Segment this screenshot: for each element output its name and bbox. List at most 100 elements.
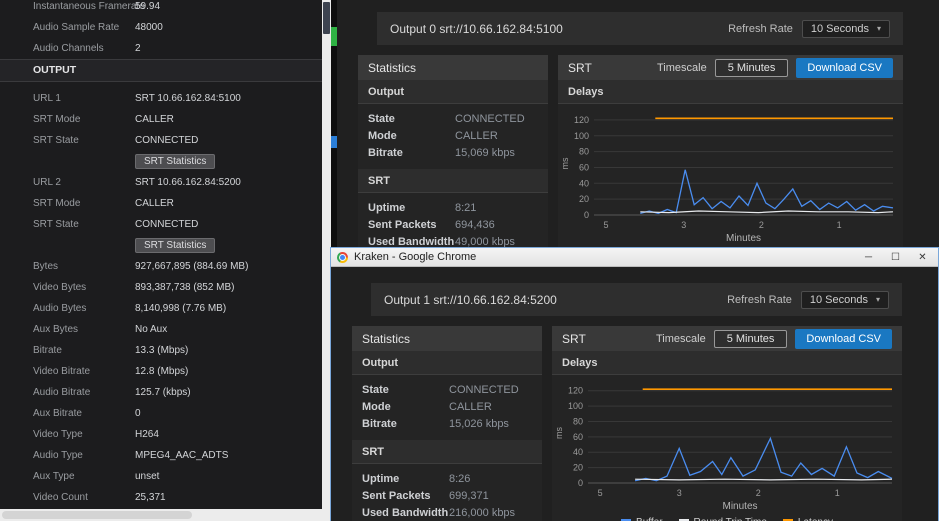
stat-value: No Aux bbox=[135, 324, 167, 335]
stat-row: Video Count25,371 bbox=[0, 487, 322, 508]
svg-text:0: 0 bbox=[578, 478, 583, 488]
vertical-scrollbar-thumb[interactable] bbox=[323, 2, 330, 34]
stat-label: Video Bitrate bbox=[33, 366, 135, 377]
stat-label: Sent Packets bbox=[368, 219, 455, 231]
svg-text:ms: ms bbox=[554, 427, 564, 439]
chrome-titlebar[interactable]: Kraken - Google Chrome ─ ☐ ✕ bbox=[331, 248, 938, 267]
svg-text:60: 60 bbox=[579, 162, 589, 172]
timescale-label: Timescale bbox=[657, 62, 707, 74]
output0-window: Output 0 srt://10.66.162.84:5100 Refresh… bbox=[337, 0, 939, 247]
output-group-rows: StateCONNECTEDModeCALLERBitrate15,026 kb… bbox=[352, 375, 542, 436]
kraken-chrome-window: Kraken - Google Chrome ─ ☐ ✕ Output 1 sr… bbox=[330, 247, 939, 521]
download-csv-button[interactable]: Download CSV bbox=[796, 58, 893, 78]
legend-item[interactable]: Buffer bbox=[621, 517, 663, 521]
stat-label: Video Type bbox=[33, 429, 135, 440]
refresh-rate-label: Refresh Rate bbox=[728, 23, 793, 35]
svg-text:60: 60 bbox=[573, 432, 583, 442]
stat-row-button: SRT Statistics bbox=[0, 235, 322, 256]
stat-label: Aux Type bbox=[33, 471, 135, 482]
srt-chart-panel: SRT Timescale 5 Minutes Download CSV Del… bbox=[552, 326, 902, 521]
stat-label: Audio Type bbox=[33, 450, 135, 461]
stat-value: 216,000 kbps bbox=[449, 507, 515, 519]
stat-row: Aux BytesNo Aux bbox=[0, 319, 322, 340]
pre-output-rows: Instantaneous Framerate59.94Audio Sample… bbox=[0, 0, 322, 59]
delays-header: Delays bbox=[552, 351, 902, 375]
stat-value: 15,026 kbps bbox=[449, 418, 509, 430]
svg-text:100: 100 bbox=[574, 131, 589, 141]
window-controls: ─ ☐ ✕ bbox=[862, 248, 932, 267]
legend-item[interactable]: Latency bbox=[783, 517, 833, 521]
stat-value: 48000 bbox=[135, 22, 163, 33]
stat-row: StateCONNECTED bbox=[352, 381, 542, 398]
stat-value: CONNECTED bbox=[455, 113, 525, 125]
stat-value: 12.8 (Mbps) bbox=[135, 366, 188, 377]
statistics-panel: Statistics Output StateCONNECTEDModeCALL… bbox=[352, 326, 542, 521]
minimize-button[interactable]: ─ bbox=[862, 248, 875, 267]
svg-text:ms: ms bbox=[560, 157, 570, 169]
stat-value: unset bbox=[135, 471, 159, 482]
srt-panel-header: SRT Timescale 5 Minutes Download CSV bbox=[552, 326, 902, 351]
svg-text:40: 40 bbox=[573, 447, 583, 457]
srt-statistics-button[interactable]: SRT Statistics bbox=[135, 238, 215, 253]
svg-text:80: 80 bbox=[573, 416, 583, 426]
stat-label: SRT State bbox=[33, 135, 135, 146]
refresh-rate-value: 10 Seconds bbox=[811, 23, 869, 35]
stat-value: CALLER bbox=[449, 401, 492, 413]
stat-row: Instantaneous Framerate59.94 bbox=[0, 0, 322, 17]
close-button[interactable]: ✕ bbox=[916, 248, 929, 267]
svg-text:20: 20 bbox=[579, 194, 589, 204]
stat-label: URL 2 bbox=[33, 177, 135, 188]
svg-text:1: 1 bbox=[835, 488, 840, 498]
stat-row: SRT StateCONNECTED bbox=[0, 214, 322, 235]
svg-text:40: 40 bbox=[579, 178, 589, 188]
stat-row: Used Bandwidth216,000 kbps bbox=[352, 504, 542, 521]
horizontal-scrollbar-thumb[interactable] bbox=[2, 511, 192, 519]
output-group-header: Output bbox=[358, 80, 548, 104]
legend-item[interactable]: Round Trip Time bbox=[679, 517, 767, 521]
timescale-button[interactable]: 5 Minutes bbox=[714, 330, 788, 348]
srt-group-rows: Uptime8:26Sent Packets699,371Used Bandwi… bbox=[352, 464, 542, 521]
stat-value: SRT 10.66.162.84:5100 bbox=[135, 93, 241, 104]
maximize-button[interactable]: ☐ bbox=[889, 248, 902, 267]
horizontal-scrollbar[interactable] bbox=[0, 509, 331, 521]
srt-panel-header: SRT Timescale 5 Minutes Download CSV bbox=[558, 55, 903, 80]
chevron-down-icon: ▾ bbox=[877, 24, 881, 33]
stat-value: 8:26 bbox=[449, 473, 470, 485]
statistics-panel-title: Statistics bbox=[358, 55, 548, 80]
refresh-rate-value: 10 Seconds bbox=[810, 294, 868, 306]
svg-text:3: 3 bbox=[677, 488, 682, 498]
stat-label: Mode bbox=[362, 401, 449, 413]
srt-group-header: SRT bbox=[352, 440, 542, 464]
stat-row: Audio Bitrate125.7 (kbps) bbox=[0, 382, 322, 403]
download-csv-button[interactable]: Download CSV bbox=[795, 329, 892, 349]
stat-row: Bitrate13.3 (Mbps) bbox=[0, 340, 322, 361]
stat-row: Audio Bytes8,140,998 (7.76 MB) bbox=[0, 298, 322, 319]
statistics-panel: Statistics Output StateCONNECTEDModeCALL… bbox=[358, 55, 548, 247]
statistics-panel-title: Statistics bbox=[352, 326, 542, 351]
stat-row: Uptime8:21 bbox=[358, 199, 548, 216]
stat-label: Aux Bitrate bbox=[33, 408, 135, 419]
timescale-button[interactable]: 5 Minutes bbox=[715, 59, 789, 77]
stat-label: Bytes bbox=[33, 261, 135, 272]
stat-value: 59.94 bbox=[135, 1, 160, 12]
refresh-rate-select[interactable]: 10 Seconds ▾ bbox=[801, 291, 889, 309]
refresh-rate-control: Refresh Rate 10 Seconds ▾ bbox=[727, 291, 889, 309]
srt-panel-title: SRT bbox=[562, 332, 586, 346]
stat-value: H264 bbox=[135, 429, 159, 440]
output1-window: Output 1 srt://10.66.162.84:5200 Refresh… bbox=[331, 267, 938, 521]
srt-statistics-button[interactable]: SRT Statistics bbox=[135, 154, 215, 169]
svg-text:3: 3 bbox=[681, 220, 686, 230]
stat-label: Instantaneous Framerate bbox=[33, 1, 135, 12]
svg-text:80: 80 bbox=[579, 147, 589, 157]
output0-columns: Statistics Output StateCONNECTEDModeCALL… bbox=[358, 55, 903, 247]
stats-list: Instantaneous Framerate59.94Audio Sample… bbox=[0, 0, 322, 509]
delays-chart: 0204060801001205321Minutesms bbox=[558, 104, 903, 247]
stat-value: 8:21 bbox=[455, 202, 476, 214]
svg-text:1: 1 bbox=[837, 220, 842, 230]
stat-value: MPEG4_AAC_ADTS bbox=[135, 450, 228, 461]
refresh-rate-select[interactable]: 10 Seconds ▾ bbox=[802, 20, 890, 38]
svg-text:5: 5 bbox=[603, 220, 608, 230]
svg-text:20: 20 bbox=[573, 463, 583, 473]
stat-row: Sent Packets699,371 bbox=[352, 487, 542, 504]
stat-label: Used Bandwidth bbox=[368, 236, 455, 248]
